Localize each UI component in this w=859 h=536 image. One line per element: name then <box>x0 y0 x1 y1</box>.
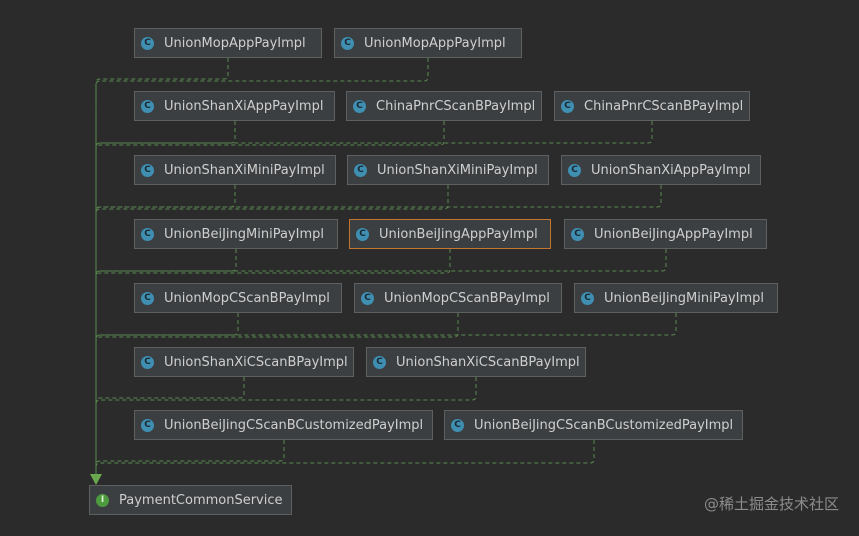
class-node[interactable]: C UnionShanXiCScanBPayImpl <box>134 347 354 377</box>
class-node[interactable]: C UnionBeiJingMiniPayImpl <box>134 219 338 249</box>
node-label: ChinaPnrCScanBPayImpl <box>376 98 536 114</box>
node-label: UnionShanXiCScanBPayImpl <box>164 354 348 370</box>
class-node[interactable]: C UnionShanXiAppPayImpl <box>134 91 335 121</box>
class-node[interactable]: C UnionBeiJingMiniPayImpl <box>574 283 778 313</box>
class-icon: C <box>141 99 154 113</box>
class-icon: C <box>361 291 374 305</box>
node-label: UnionBeiJingMiniPayImpl <box>164 226 324 242</box>
interface-node[interactable]: I PaymentCommonService <box>89 485 292 515</box>
node-label: UnionShanXiMiniPayImpl <box>377 162 538 178</box>
class-icon: C <box>341 36 354 50</box>
node-label: UnionBeiJingAppPayImpl <box>379 226 538 242</box>
class-icon: C <box>356 227 369 241</box>
class-icon: C <box>373 355 386 369</box>
node-label: UnionMopCScanBPayImpl <box>164 290 330 306</box>
arrow-head-icon <box>90 474 102 485</box>
class-icon: C <box>141 355 154 369</box>
class-node[interactable]: C UnionMopAppPayImpl <box>334 28 522 58</box>
node-label: UnionMopCScanBPayImpl <box>384 290 550 306</box>
class-node[interactable]: C UnionShanXiMiniPayImpl <box>134 155 336 185</box>
inheritance-edge <box>95 313 459 478</box>
class-icon: C <box>581 291 594 305</box>
class-node[interactable]: C UnionBeiJingCScanBCustomizedPayImpl <box>444 410 743 440</box>
class-icon: C <box>568 163 581 177</box>
node-label: UnionBeiJingAppPayImpl <box>594 226 753 242</box>
node-label: UnionShanXiMiniPayImpl <box>164 162 325 178</box>
node-label: UnionShanXiCScanBPayImpl <box>396 354 580 370</box>
node-label: UnionBeiJingCScanBCustomizedPayImpl <box>164 417 424 433</box>
class-node[interactable]: C UnionShanXiMiniPayImpl <box>347 155 549 185</box>
class-node[interactable]: C UnionShanXiAppPayImpl <box>561 155 761 185</box>
watermark: @稀土掘金技术社区 <box>703 495 839 513</box>
class-node[interactable]: C UnionMopAppPayImpl <box>134 28 322 58</box>
class-icon: C <box>571 227 584 241</box>
node-label: UnionMopAppPayImpl <box>164 35 306 51</box>
class-node[interactable]: C ChinaPnrCScanBPayImpl <box>346 91 542 121</box>
class-node[interactable]: C UnionBeiJingAppPayImpl <box>349 219 551 249</box>
class-node[interactable]: C UnionMopCScanBPayImpl <box>354 283 562 313</box>
class-icon: C <box>141 227 154 241</box>
class-icon: C <box>451 418 464 432</box>
class-icon: C <box>141 36 154 50</box>
class-node[interactable]: C UnionShanXiCScanBPayImpl <box>366 347 586 377</box>
inheritance-edges <box>90 58 677 485</box>
class-icon: C <box>561 99 574 113</box>
inheritance-edge <box>95 313 677 478</box>
class-node[interactable]: C UnionMopCScanBPayImpl <box>134 283 342 313</box>
inheritance-edge <box>95 440 595 478</box>
class-icon: C <box>141 291 154 305</box>
inheritance-edge <box>95 313 239 478</box>
class-node[interactable]: C ChinaPnrCScanBPayImpl <box>554 91 750 121</box>
class-icon: C <box>141 163 154 177</box>
node-label: PaymentCommonService <box>119 492 283 508</box>
class-icon: C <box>353 99 366 113</box>
interface-icon: I <box>96 493 109 507</box>
class-node[interactable]: C UnionBeiJingCScanBCustomizedPayImpl <box>134 410 433 440</box>
node-label: UnionMopAppPayImpl <box>364 35 506 51</box>
inheritance-edge <box>95 440 285 478</box>
node-label: UnionBeiJingCScanBCustomizedPayImpl <box>474 417 734 433</box>
class-icon: C <box>354 163 367 177</box>
node-label: UnionShanXiAppPayImpl <box>164 98 324 114</box>
node-label: ChinaPnrCScanBPayImpl <box>584 98 744 114</box>
class-icon: C <box>141 418 154 432</box>
class-node[interactable]: C UnionBeiJingAppPayImpl <box>564 219 767 249</box>
node-label: UnionShanXiAppPayImpl <box>591 162 751 178</box>
node-label: UnionBeiJingMiniPayImpl <box>604 290 764 306</box>
